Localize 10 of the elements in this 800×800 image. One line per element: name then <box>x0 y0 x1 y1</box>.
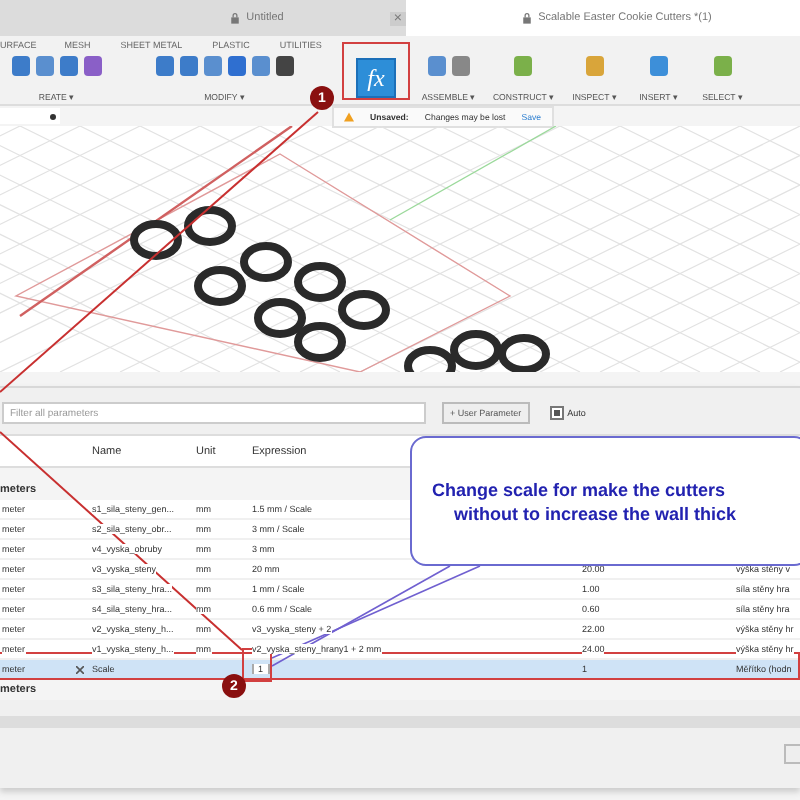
viewport-grid-drawing[interactable] <box>0 126 800 372</box>
lock-icon <box>522 12 533 24</box>
parameters-button[interactable]: fx <box>356 58 396 98</box>
callout-tooltip: Change scale for make the cutters without to increase the wall thick <box>410 436 800 566</box>
favorite-icon[interactable] <box>76 665 84 673</box>
auto-checkbox[interactable] <box>549 406 564 420</box>
browser-field[interactable] <box>0 108 60 124</box>
highlight-frame <box>342 42 410 100</box>
warning-icon <box>344 111 354 121</box>
lock-icon <box>230 12 241 24</box>
